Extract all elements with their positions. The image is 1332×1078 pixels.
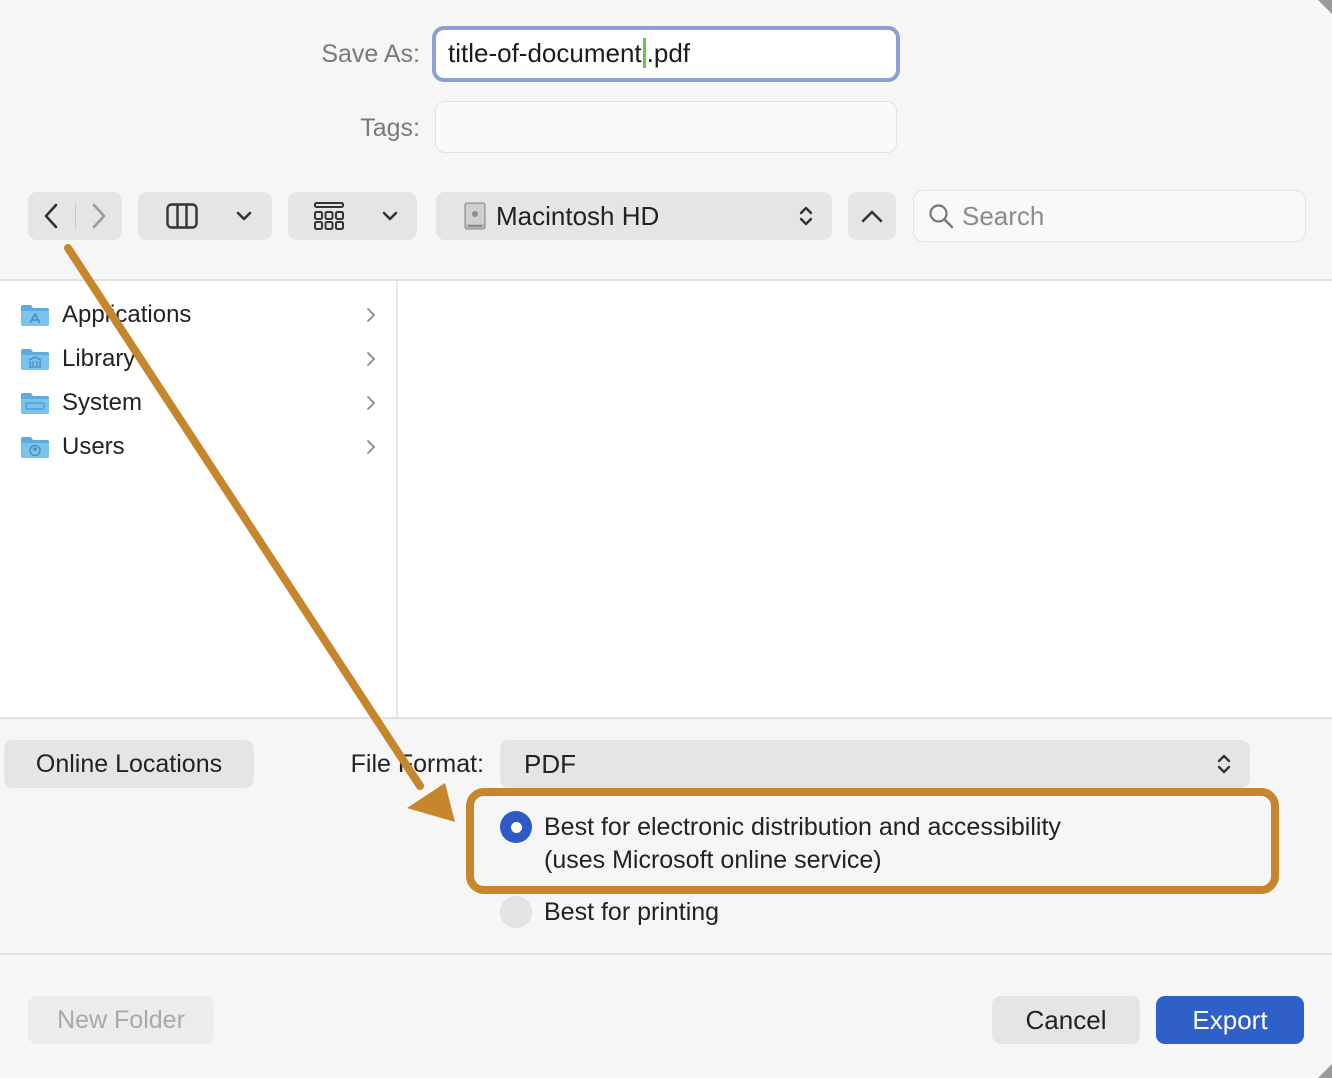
tags-input[interactable] (435, 101, 897, 153)
list-item-system[interactable]: System (20, 383, 376, 423)
list-item-label: Library (62, 345, 136, 372)
library-folder-icon (21, 349, 49, 370)
collapse-button[interactable] (848, 192, 896, 240)
resize-corner-icon (1318, 1064, 1332, 1078)
chevron-left-icon (44, 203, 58, 229)
column-divider[interactable] (396, 281, 398, 717)
list-item-label: Users (62, 433, 125, 460)
filename-extension: .pdf (646, 38, 691, 68)
chevron-down-icon (382, 211, 398, 221)
list-item-applications[interactable]: Applications (20, 295, 376, 335)
view-mode-button[interactable] (138, 192, 272, 240)
cancel-button[interactable]: Cancel (992, 996, 1140, 1044)
browser-divider (0, 717, 1332, 719)
chevron-right-icon (367, 440, 376, 454)
users-folder-icon (21, 437, 49, 458)
text-caret (642, 38, 646, 68)
footer-divider (0, 953, 1332, 955)
icon-grid-icon (314, 202, 344, 230)
export-button[interactable]: Export (1156, 996, 1304, 1044)
chevron-right-icon (92, 203, 106, 229)
save-as-label: Save As: (321, 40, 420, 68)
chevron-up-icon (861, 210, 883, 223)
history-nav-group (28, 192, 122, 240)
new-folder-button[interactable]: New Folder (28, 996, 214, 1044)
list-item-label: System (62, 389, 143, 416)
list-item-label: Applications (62, 301, 192, 328)
window-corner-icon (1318, 0, 1332, 14)
annotation-highlight-box (466, 788, 1279, 894)
column-view-icon (166, 203, 198, 229)
tags-label: Tags: (360, 114, 420, 142)
up-down-chevron-icon (799, 206, 813, 226)
chevron-right-icon (367, 352, 376, 366)
search-placeholder: Search (962, 200, 1045, 231)
system-folder-icon (21, 393, 49, 414)
location-label: Macintosh HD (496, 200, 660, 231)
filename-text: title-of-document (448, 38, 642, 68)
applications-folder-icon (21, 305, 49, 326)
printing-radio[interactable] (500, 896, 532, 928)
search-field[interactable]: Search (913, 190, 1306, 242)
online-locations-button[interactable]: Online Locations (4, 740, 254, 788)
list-item-users[interactable]: Users (20, 427, 376, 467)
chevron-right-icon (367, 396, 376, 410)
file-format-value: PDF (524, 748, 576, 779)
up-down-chevron-icon (1217, 754, 1231, 774)
forward-button[interactable] (75, 192, 122, 240)
hard-drive-icon (464, 202, 486, 230)
printing-label: Best for printing (544, 898, 720, 926)
save-as-input[interactable]: title-of-document .pdf (432, 26, 900, 82)
file-format-label: File Format: (350, 750, 484, 778)
chevron-right-icon (367, 308, 376, 322)
group-button[interactable] (288, 192, 417, 240)
back-button[interactable] (28, 192, 75, 240)
list-item-library[interactable]: Library (20, 339, 376, 379)
search-icon (929, 204, 954, 229)
chevron-down-icon (236, 211, 252, 221)
file-format-select[interactable]: PDF (500, 740, 1250, 788)
location-popup[interactable]: Macintosh HD (436, 192, 832, 240)
